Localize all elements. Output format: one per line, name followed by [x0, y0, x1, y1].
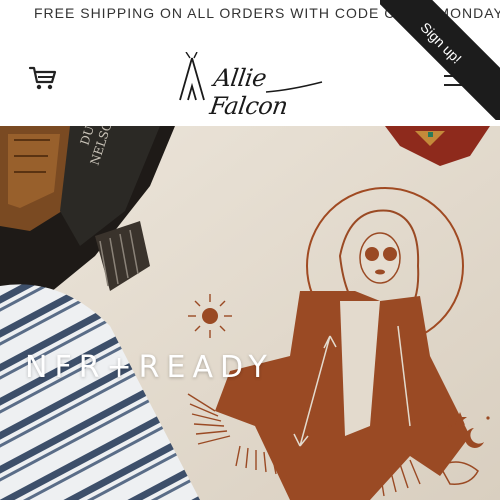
- teepee-logo-mark: [179, 52, 205, 101]
- hero-photo: NELSON DUST: [0, 126, 500, 500]
- signup-ribbon-button[interactable]: Sign up!: [380, 0, 500, 120]
- cart-icon[interactable]: [28, 63, 58, 93]
- signup-corner: Sign up!: [380, 0, 500, 120]
- logo-text: Allie Falcon: [208, 64, 290, 120]
- hero-banner[interactable]: NELSON DUST NFR+READY: [0, 126, 500, 500]
- brand-logo[interactable]: Allie Falcon: [176, 52, 326, 120]
- signup-label: Sign up!: [417, 19, 465, 67]
- hero-title: NFR+READY: [25, 350, 274, 385]
